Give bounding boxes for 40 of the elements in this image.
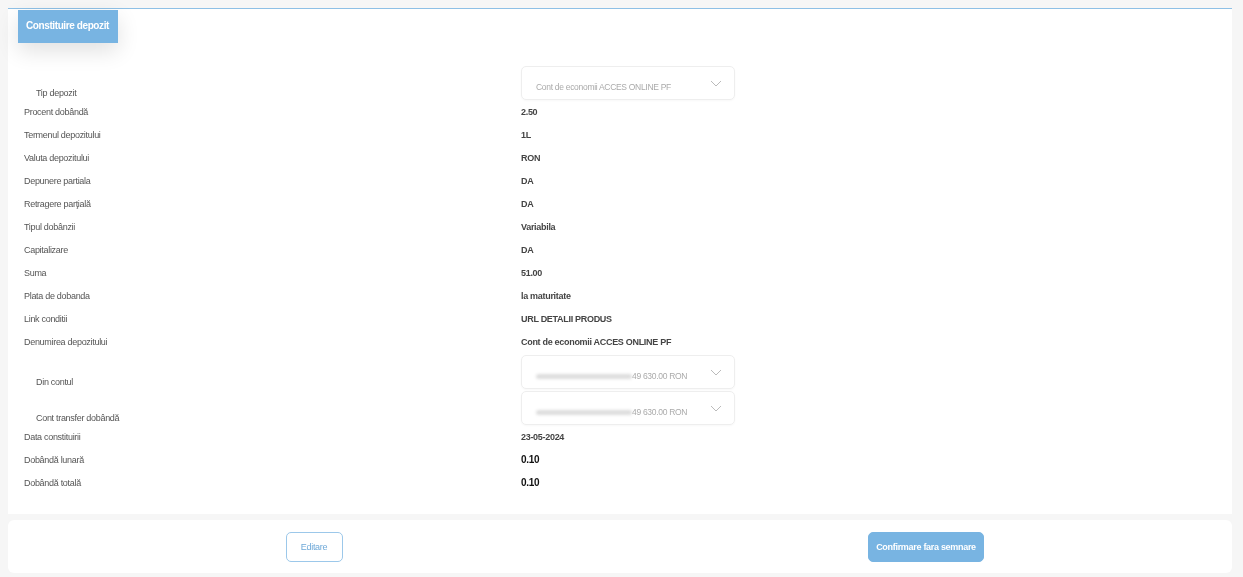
field-label: Valuta depozitului <box>23 152 90 163</box>
confirm-button[interactable]: Confirmare fara semnare <box>868 531 984 562</box>
field-value: DA <box>521 175 534 186</box>
field-label: Tipul dobânzii <box>23 221 76 232</box>
field-label: Cont transfer dobândă <box>35 413 121 425</box>
field-label: Suma <box>23 267 48 278</box>
field-label: Din contul <box>35 377 75 389</box>
field-value: RON <box>521 152 541 163</box>
field-label: Data constituirii <box>23 431 82 442</box>
field-label: Tip depozit <box>35 88 78 100</box>
field-label: Capitalizare <box>23 244 69 255</box>
field-label: Denumirea depozitului <box>23 336 109 347</box>
field-label: Termenul depozitului <box>23 129 102 140</box>
chevron-down-icon <box>710 79 722 87</box>
section-tab[interactable]: Constituire depozit <box>18 10 118 43</box>
field-value: 0.10 <box>521 477 540 488</box>
field-value: DA <box>521 198 534 209</box>
field-value: Cont de economii ACCES ONLINE PF <box>521 336 672 347</box>
field-value: la maturitate <box>521 290 571 301</box>
field-label: Link conditii <box>23 313 69 324</box>
field-label: Plata de dobanda <box>23 290 91 301</box>
dropdown-field[interactable]: Cont de economii ACCES ONLINE PF <box>521 66 735 100</box>
field-value: 51.00 <box>521 267 543 278</box>
field-value: 0.10 <box>521 454 540 465</box>
field-value: URL DETALII PRODUS <box>521 313 612 324</box>
field-label: Procent dobândă <box>23 106 90 117</box>
field-value: 1L <box>521 129 531 140</box>
field-value: 2.50 <box>521 106 538 117</box>
field-label: Retragere parţială <box>23 198 92 209</box>
dropdown-field[interactable]: 49 630.00 RON <box>521 355 735 389</box>
field-value: 23-05-2024 <box>521 431 565 442</box>
field-label: Depunere partiala <box>23 175 92 186</box>
field-value: Variabila <box>521 221 556 232</box>
chevron-down-icon <box>710 404 722 412</box>
field-label: Dobândă lunară <box>23 454 85 465</box>
dropdown-field[interactable]: 49 630.00 RON <box>521 391 735 425</box>
edit-button[interactable]: Editare <box>285 531 343 562</box>
chevron-down-icon <box>710 368 722 376</box>
field-value: DA <box>521 244 534 255</box>
field-label: Dobândă totală <box>23 477 82 488</box>
